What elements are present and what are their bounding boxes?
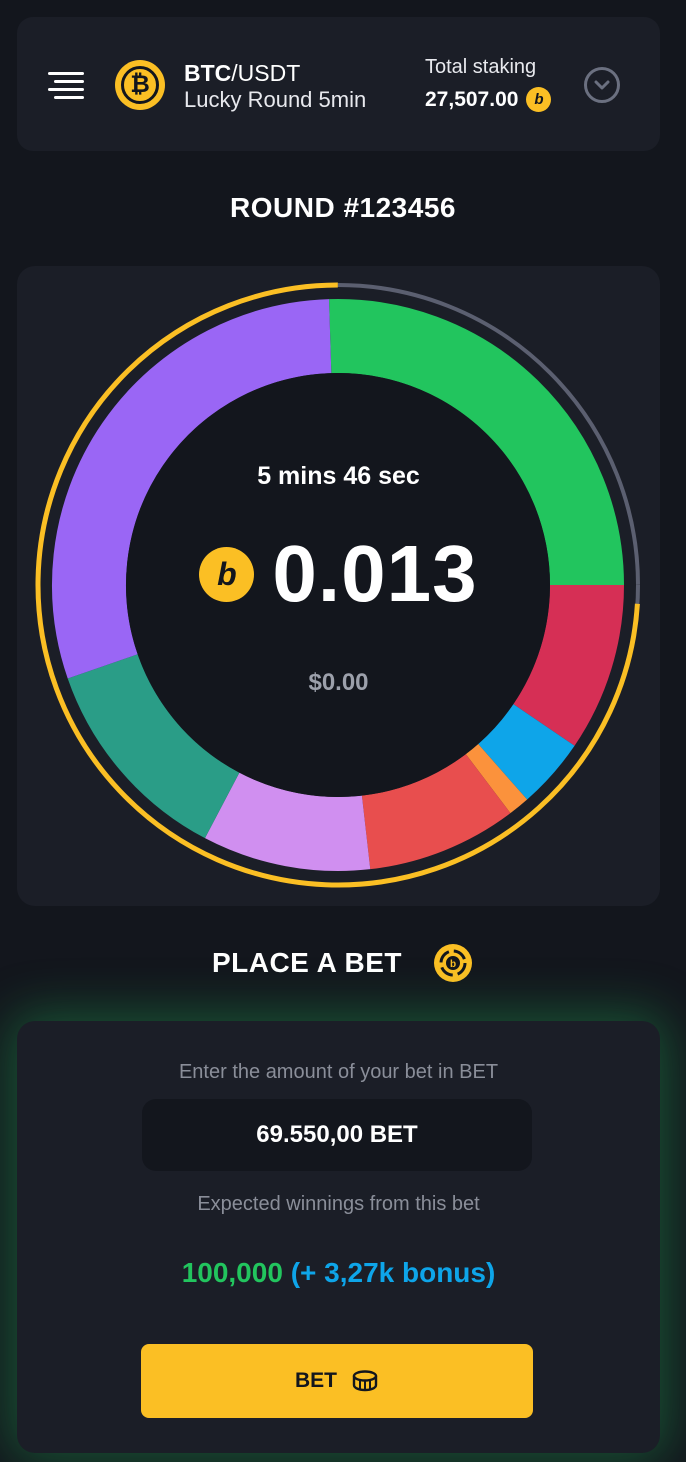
chevron-down-icon[interactable]	[584, 67, 620, 103]
round-wheel-card: 5 mins 46 sec b 0.013 $0.00	[17, 266, 660, 906]
wheel-segment-3	[477, 703, 575, 800]
winnings-amount: 100,000	[181, 1257, 283, 1288]
expected-winnings-hint: Expected winnings from this bet	[197, 1193, 480, 1215]
bitcoin-icon: ₿	[115, 60, 165, 110]
bet-coin-icon: b	[199, 546, 255, 602]
coin-stack-icon	[352, 1370, 378, 1392]
round-title: ROUND #123456	[230, 192, 456, 223]
pot-usd-value: $0.00	[308, 669, 369, 696]
round-type: Lucky Round 5min	[184, 87, 367, 112]
bet-chip-icon: b	[434, 944, 473, 982]
wheel-segment-4	[465, 743, 528, 814]
bet-coin-icon: b	[526, 87, 552, 112]
pot-amount-row: b 0.013	[17, 528, 660, 620]
bet-form-card: Enter the amount of your bet in BET Expe…	[17, 1021, 660, 1453]
total-staking-amount: 27,507.00	[425, 87, 519, 111]
bet-amount-input[interactable]	[142, 1099, 532, 1171]
trading-pair[interactable]: BTC/USDT	[184, 59, 300, 87]
winnings-bonus: (+ 3,27k bonus)	[290, 1257, 496, 1288]
pot-amount: 0.013	[272, 529, 478, 618]
bet-button-label: BET	[295, 1369, 337, 1392]
total-staking-value: 27,507.00 b	[425, 87, 552, 112]
header-bar: ₿ BTC/USDT Lucky Round 5min Total stakin…	[17, 17, 660, 151]
total-staking-label: Total staking	[425, 56, 537, 78]
page: ₿ BTC/USDT Lucky Round 5min Total stakin…	[0, 0, 686, 1462]
expected-winnings: 100,000 (+ 3,27k bonus)	[17, 1257, 660, 1289]
bet-amount-hint: Enter the amount of your bet in BET	[178, 1061, 499, 1083]
menu-icon[interactable]	[48, 72, 84, 100]
wheel-segment-6	[204, 772, 371, 871]
bet-button[interactable]: BET	[141, 1344, 533, 1418]
pair-base: BTC	[184, 60, 232, 86]
place-bet-title: PLACE A BET	[211, 947, 403, 978]
round-timer: 5 mins 46 sec	[257, 462, 420, 490]
svg-text:b: b	[450, 959, 456, 970]
place-bet-header: PLACE A BET b	[0, 942, 686, 984]
pair-quote: /USDT	[231, 60, 301, 86]
